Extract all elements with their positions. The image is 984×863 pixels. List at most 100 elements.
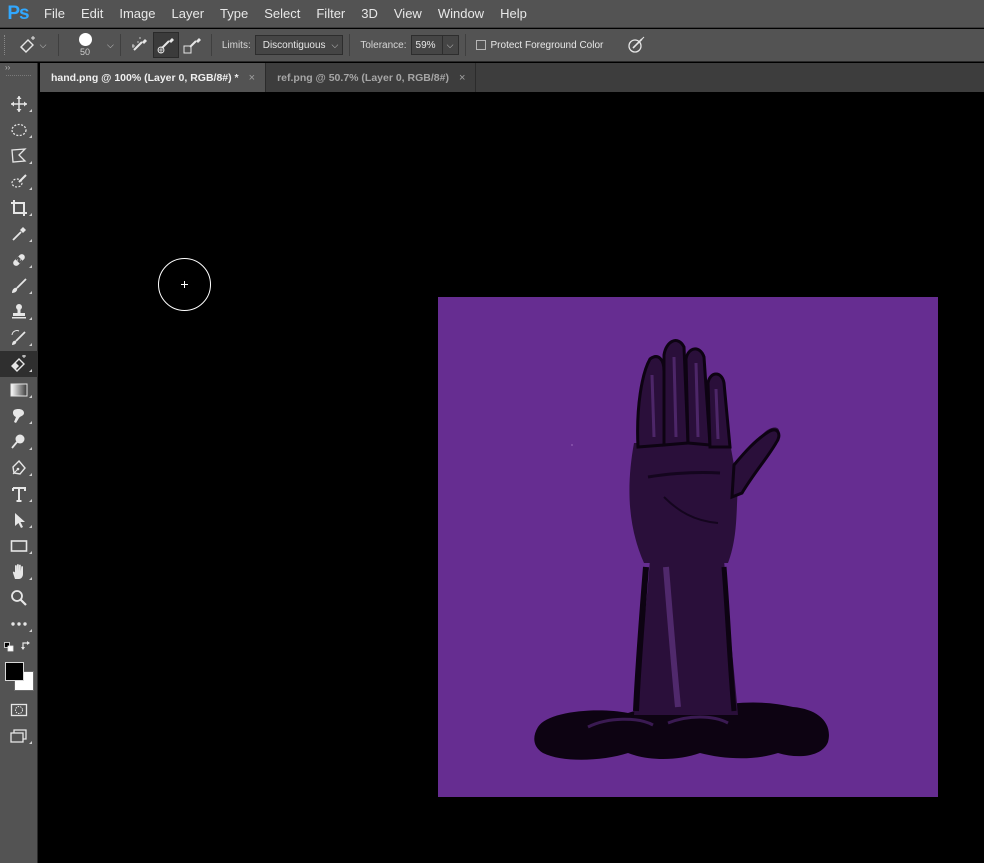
tool-clone-stamp[interactable] [0, 299, 38, 325]
brush-icon [12, 278, 27, 293]
smudge-icon [12, 409, 24, 423]
quick-selection-icon [11, 174, 27, 188]
options-bar-grip[interactable] [4, 35, 12, 55]
tab-label: hand.png @ 100% (Layer 0, RGB/8#) * [51, 71, 239, 84]
tab-ref-png[interactable]: ref.png @ 50.7% (Layer 0, RGB/8#) × [266, 63, 477, 92]
more-icon [11, 622, 27, 626]
close-icon[interactable]: × [249, 72, 255, 84]
tool-hand[interactable] [0, 559, 38, 585]
tool-healing-brush[interactable] [0, 247, 38, 273]
menu-select[interactable]: Select [256, 0, 308, 28]
tool-brush[interactable] [0, 273, 38, 299]
tool-eyedropper[interactable] [0, 221, 38, 247]
menu-filter[interactable]: Filter [308, 0, 353, 28]
type-icon [12, 487, 26, 502]
background-eraser-icon [11, 355, 26, 372]
divider [210, 34, 212, 56]
divider [58, 34, 59, 56]
sampling-once-icon [157, 38, 174, 54]
hand-icon [12, 564, 23, 579]
screen-mode-button[interactable] [0, 723, 38, 749]
tool-elliptical-marquee[interactable] [0, 117, 38, 143]
brush-preset-picker[interactable]: 50 [65, 30, 105, 60]
tool-dodge[interactable] [0, 429, 38, 455]
menu-type[interactable]: Type [212, 0, 256, 28]
eraser-brush-cursor [158, 258, 211, 311]
tolerance-field[interactable]: 59% ⌵ [410, 35, 459, 55]
healing-brush-icon [13, 254, 25, 266]
tool-preset-picker[interactable]: ⌵ [12, 32, 52, 58]
tool-gradient[interactable] [0, 377, 38, 403]
tool-move[interactable] [0, 91, 38, 117]
tool-rectangle[interactable] [0, 533, 38, 559]
color-swatch-controls [0, 637, 37, 661]
tool-zoom[interactable] [0, 585, 38, 611]
clone-stamp-icon [12, 304, 26, 319]
menu-3d[interactable]: 3D [353, 0, 386, 28]
tool-crop[interactable] [0, 195, 38, 221]
tool-quick-selection[interactable] [0, 169, 38, 195]
divider [349, 34, 351, 56]
document-image[interactable] [438, 297, 938, 797]
default-colors-icon[interactable] [4, 642, 14, 652]
sampling-continuous-button[interactable] [127, 32, 153, 58]
sampling-continuous-icon [131, 37, 147, 51]
swap-colors-icon[interactable] [21, 640, 33, 652]
eyedropper-icon [12, 227, 26, 241]
chevron-down-icon: ⌵ [331, 39, 339, 50]
brush-size-value: 50 [79, 47, 90, 57]
canvas-workspace[interactable] [40, 92, 984, 863]
menu-window[interactable]: Window [430, 0, 492, 28]
chevron-down-icon[interactable]: ⌵ [107, 40, 114, 51]
tool-polygonal-lasso[interactable] [0, 143, 38, 169]
tool-more[interactable] [0, 611, 38, 637]
menu-view[interactable]: View [386, 0, 430, 28]
menu-file[interactable]: File [36, 0, 73, 28]
tolerance-label: Tolerance: [360, 39, 407, 51]
chevron-down-icon: ⌵ [39, 39, 47, 50]
tool-background-eraser[interactable] [0, 351, 38, 377]
tool-path-selection[interactable] [0, 507, 38, 533]
divider [119, 34, 121, 56]
quick-mask-mode-button[interactable] [0, 697, 38, 723]
foreground-color-swatch[interactable] [5, 662, 24, 681]
limits-label: Limits: [221, 39, 251, 51]
protect-foreground-label: Protect Foreground Color [490, 39, 604, 51]
photoshop-logo[interactable]: Ps [0, 0, 36, 28]
tolerance-value[interactable]: 59% [410, 35, 443, 55]
gradient-icon [10, 383, 28, 397]
brush-tip-preview [78, 33, 92, 46]
crop-icon [11, 200, 27, 216]
limits-select[interactable]: Discontiguous ⌵ [254, 35, 344, 55]
close-icon[interactable]: × [459, 72, 465, 84]
pressure-tolerance-icon [628, 36, 645, 53]
screen-mode-icon [10, 729, 27, 743]
tool-smudge[interactable] [0, 403, 38, 429]
menu-help[interactable]: Help [492, 0, 535, 28]
tool-history-brush[interactable] [0, 325, 38, 351]
divider [464, 34, 466, 56]
panel-grip[interactable] [6, 75, 31, 83]
pen-icon [12, 459, 26, 475]
pressure-tolerance-button[interactable] [623, 32, 649, 58]
path-selection-icon [15, 513, 25, 528]
sampling-once-button[interactable] [152, 32, 179, 58]
move-icon [11, 96, 27, 112]
rectangle-icon [10, 540, 28, 552]
menu-layer[interactable]: Layer [164, 0, 213, 28]
chevron-down-icon[interactable]: ⌵ [442, 35, 459, 55]
sampling-background-swatch-button[interactable] [179, 32, 205, 58]
menu-edit[interactable]: Edit [73, 0, 111, 28]
zoom-icon [11, 590, 27, 606]
sampling-background-swatch-icon [183, 38, 201, 54]
collapse-panel-icon[interactable]: ›› [0, 63, 37, 75]
protect-foreground-checkbox[interactable] [475, 40, 486, 50]
color-swatches [0, 661, 37, 697]
tool-pen[interactable] [0, 455, 38, 481]
dodge-icon [11, 434, 25, 449]
tab-hand-png[interactable]: hand.png @ 100% (Layer 0, RGB/8#) * × [40, 63, 267, 92]
document-tabs: hand.png @ 100% (Layer 0, RGB/8#) * × re… [40, 63, 984, 92]
elliptical-marquee-icon [11, 123, 27, 137]
menu-image[interactable]: Image [111, 0, 163, 28]
tool-type[interactable] [0, 481, 38, 507]
